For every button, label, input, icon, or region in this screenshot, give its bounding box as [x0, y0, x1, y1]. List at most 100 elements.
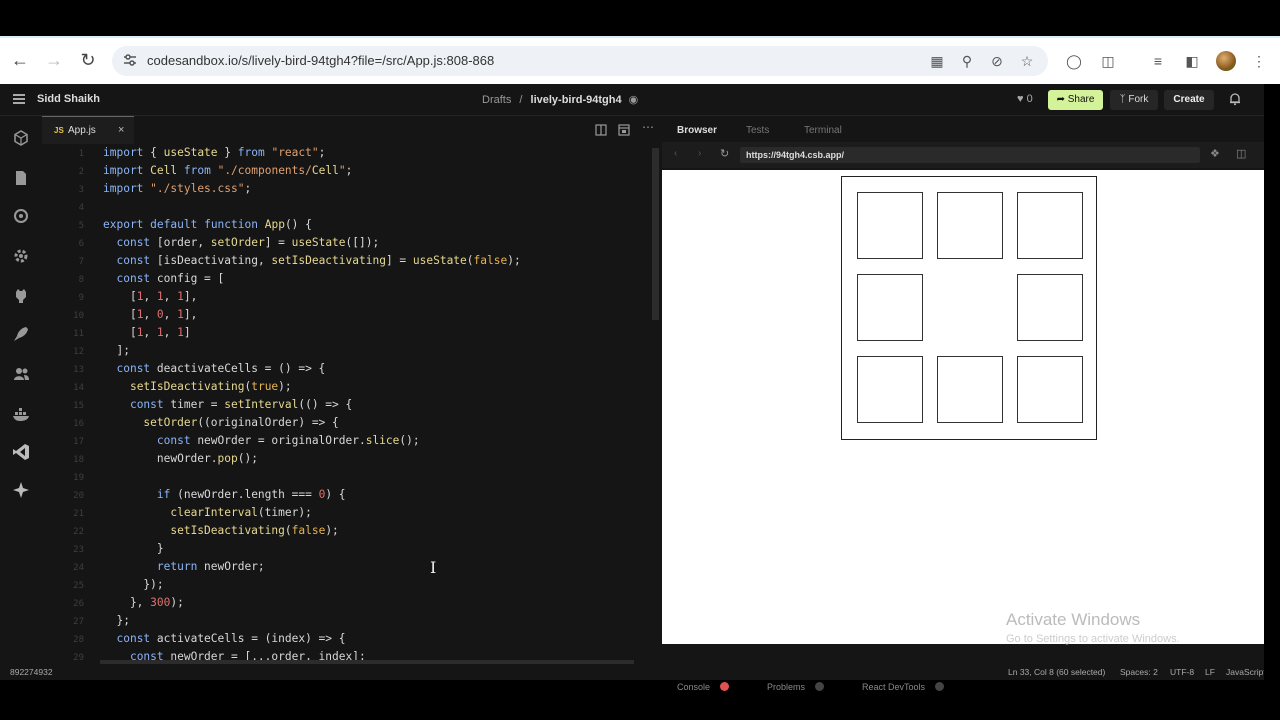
- line-text: setIsDeactivating(false);: [170, 524, 339, 537]
- reload-icon[interactable]: ↻: [78, 50, 98, 70]
- code-line[interactable]: 8 const config = [: [42, 270, 225, 288]
- extension-circle-icon[interactable]: ◯: [1065, 52, 1083, 70]
- media-controls-icon[interactable]: ≡: [1149, 52, 1167, 70]
- tab-console[interactable]: Console: [677, 682, 710, 692]
- grid-cell[interactable]: [1017, 274, 1083, 341]
- split-editor-icon[interactable]: [595, 124, 607, 136]
- code-line[interactable]: 21 clearInterval(timer);: [42, 504, 312, 522]
- user-name[interactable]: Sidd Shaikh: [37, 93, 100, 105]
- code-line[interactable]: 19: [42, 468, 84, 486]
- deploy-rocket-icon[interactable]: [11, 324, 31, 344]
- menu-icon[interactable]: [13, 94, 25, 104]
- code-line[interactable]: 12 ];: [42, 342, 130, 360]
- code-line[interactable]: 14 setIsDeactivating(true);: [42, 378, 292, 396]
- line-text: setIsDeactivating(true);: [129, 380, 292, 393]
- code-line[interactable]: 22 setIsDeactivating(false);: [42, 522, 339, 540]
- live-users-icon[interactable]: [11, 364, 31, 384]
- code-line[interactable]: 13 const deactivateCells = () => {: [42, 360, 325, 378]
- vscode-icon[interactable]: [11, 442, 31, 462]
- open-new-window-icon[interactable]: ◫: [1236, 147, 1246, 160]
- bookmark-star-icon[interactable]: ☆: [1018, 52, 1036, 70]
- side-panel-icon[interactable]: ◧: [1183, 52, 1201, 70]
- fork-button[interactable]: ᛉ Fork: [1110, 90, 1158, 110]
- code-editor[interactable]: 1 import { useState } from "react"; 2 impor…: [42, 144, 650, 660]
- code-line[interactable]: 11 [1, 1, 1]: [42, 324, 191, 342]
- close-tab-icon[interactable]: ×: [118, 124, 124, 136]
- code-line[interactable]: 5 export default function App() {: [42, 216, 312, 234]
- preview-refresh-icon[interactable]: ↻: [720, 147, 729, 160]
- code-line[interactable]: 26 }, 300);: [42, 594, 184, 612]
- tab-react-devtools[interactable]: React DevTools: [862, 682, 925, 692]
- zoom-icon[interactable]: ⚲: [958, 52, 976, 70]
- code-line[interactable]: 20 if (newOrder.length === 0) {: [42, 486, 345, 504]
- code-line[interactable]: 18 newOrder.pop();: [42, 450, 258, 468]
- preview-url[interactable]: https://94tgh4.csb.app/: [740, 147, 1200, 163]
- settings-gear-icon[interactable]: [11, 246, 31, 266]
- code-line[interactable]: 2 import Cell from "./components/Cell";: [42, 162, 353, 180]
- editor-vertical-scrollbar[interactable]: [652, 148, 659, 320]
- preview-forward-icon[interactable]: ›: [698, 148, 701, 159]
- code-line[interactable]: 24 return newOrder;: [42, 558, 265, 576]
- tab-problems[interactable]: Problems: [767, 682, 805, 692]
- address-bar[interactable]: codesandbox.io/s/lively-bird-94tgh4?file…: [112, 46, 1048, 76]
- grid-cell[interactable]: [937, 192, 1003, 259]
- back-arrow-icon[interactable]: ←: [10, 50, 30, 70]
- code-line[interactable]: 28 const activateCells = (index) => {: [42, 630, 345, 648]
- line-ending[interactable]: LF: [1205, 667, 1215, 677]
- code-line[interactable]: 7 const [isDeactivating, setIsDeactivati…: [42, 252, 521, 270]
- tab-browser[interactable]: Browser: [677, 125, 717, 136]
- grid-cell[interactable]: [857, 192, 923, 259]
- sandbox-name[interactable]: lively-bird-94tgh4: [531, 94, 622, 106]
- preview-toggle-icon[interactable]: [618, 124, 630, 136]
- code-line[interactable]: 9 [1, 1, 1],: [42, 288, 198, 306]
- code-line[interactable]: 3 import "./styles.css";: [42, 180, 252, 198]
- code-line[interactable]: 23 }: [42, 540, 163, 558]
- search-icon[interactable]: [11, 206, 31, 226]
- files-icon[interactable]: [11, 168, 31, 188]
- address-url[interactable]: codesandbox.io/s/lively-bird-94tgh4?file…: [147, 53, 494, 68]
- preview-back-icon[interactable]: ‹: [674, 148, 677, 159]
- bell-icon[interactable]: [1228, 92, 1242, 106]
- share-button[interactable]: ➦ Share: [1048, 90, 1103, 110]
- grid-cell[interactable]: [857, 274, 923, 341]
- tab-app-js[interactable]: JS App.js ×: [42, 116, 134, 144]
- tab-terminal[interactable]: Terminal: [804, 125, 842, 136]
- grid-cell[interactable]: [857, 356, 923, 423]
- site-settings-icon[interactable]: [122, 52, 138, 68]
- grid-cell[interactable]: [1017, 192, 1083, 259]
- cursor-position[interactable]: Ln 33, Col 8 (60 selected): [1008, 667, 1105, 677]
- code-line[interactable]: 15 const timer = setInterval(() => {: [42, 396, 352, 414]
- devtools-icon[interactable]: ❖: [1210, 147, 1220, 160]
- grid-cell[interactable]: [1017, 356, 1083, 423]
- tab-tests[interactable]: Tests: [746, 125, 769, 136]
- code-line[interactable]: 25 });: [42, 576, 163, 594]
- code-line[interactable]: 27 };: [42, 612, 130, 630]
- grid-cell[interactable]: [937, 356, 1003, 423]
- code-line[interactable]: 1 import { useState } from "react";: [42, 144, 326, 162]
- github-icon[interactable]: [11, 286, 31, 306]
- code-line[interactable]: 6 const [order, setOrder] = useState([])…: [42, 234, 380, 252]
- browser-toolbar: ← → ↻ codesandbox.io/s/lively-bird-94tgh…: [0, 36, 1280, 84]
- kebab-menu-icon[interactable]: ⋮: [1250, 52, 1268, 70]
- encoding[interactable]: UTF-8: [1170, 667, 1194, 677]
- line-number: 15: [73, 401, 84, 411]
- code-line[interactable]: 17 const newOrder = originalOrder.slice(…: [42, 432, 419, 450]
- install-app-icon[interactable]: ▦: [928, 52, 946, 70]
- sandbox-cube-icon[interactable]: [11, 128, 31, 148]
- indentation[interactable]: Spaces: 2: [1120, 667, 1158, 677]
- code-line[interactable]: 29 const newOrder = [...order, index];: [42, 648, 366, 660]
- code-line[interactable]: 16 setOrder((originalOrder) => {: [42, 414, 339, 432]
- code-line[interactable]: 10 [1, 0, 1],: [42, 306, 197, 324]
- more-actions-icon[interactable]: ⋯: [642, 120, 654, 134]
- forward-arrow-icon[interactable]: →: [44, 50, 64, 70]
- ai-sparkle-icon[interactable]: [11, 480, 31, 500]
- docker-icon[interactable]: [11, 404, 31, 424]
- extensions-puzzle-icon[interactable]: ◫: [1099, 52, 1117, 70]
- like-count[interactable]: ♥ 0: [1017, 93, 1033, 105]
- eye-off-icon[interactable]: ⊘: [988, 52, 1006, 70]
- language-mode[interactable]: JavaScript: [1226, 667, 1266, 677]
- create-button[interactable]: Create: [1164, 90, 1214, 110]
- code-line[interactable]: 4: [42, 198, 84, 216]
- breadcrumb-drafts[interactable]: Drafts: [482, 94, 511, 106]
- profile-avatar[interactable]: [1216, 51, 1236, 71]
